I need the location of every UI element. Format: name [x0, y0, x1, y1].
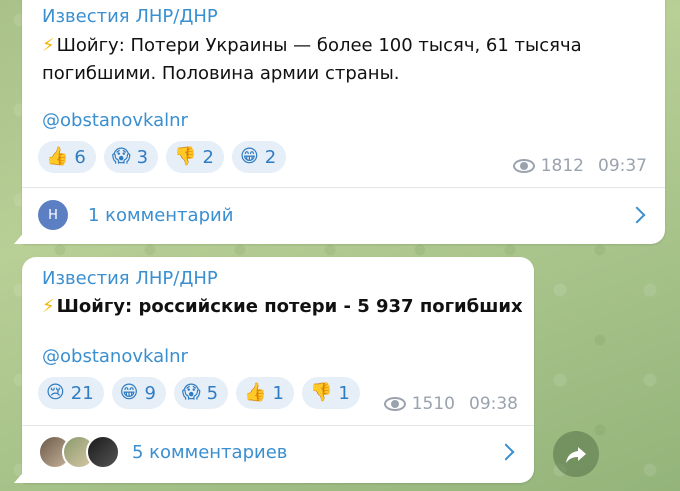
avatar: Н	[38, 200, 68, 230]
reaction-grin[interactable]: 😁 2	[231, 141, 287, 173]
reaction-scream[interactable]: 😱 5	[173, 377, 229, 409]
message-text-line: Шойгу: Потери Украины — более 100 тысяч,…	[56, 35, 582, 56]
reaction-count: 2	[202, 146, 214, 168]
message-text-line: Шойгу: российские потери - 5 937 погибши…	[56, 296, 523, 317]
reaction-thumbs-down[interactable]: 👎 1	[301, 377, 360, 409]
comments-label: 1 комментарий	[88, 204, 234, 226]
view-count: 1510	[411, 394, 455, 414]
channel-handle-link[interactable]: @obstanovkalnr	[42, 110, 188, 131]
grin-face-icon: 😁	[239, 146, 259, 167]
message-text: ⚡ Шойгу: Потери Украины — более 100 тысяч…	[42, 32, 582, 88]
reaction-thumbs-up[interactable]: 👍 1	[236, 377, 294, 409]
message-text: ⚡ Шойгу: российские потери - 5 937 погибш…	[42, 293, 523, 321]
lightning-icon: ⚡	[42, 296, 55, 317]
reaction-count: 1	[272, 382, 284, 404]
reaction-thumbs-down[interactable]: 👎 2	[166, 141, 224, 173]
message-time: 09:37	[598, 156, 647, 176]
reaction-count: 9	[144, 382, 156, 404]
message-bubble[interactable]: Известия ЛНР/ДНР ⚡ Шойгу: российские поте…	[14, 257, 534, 483]
comments-button[interactable]: 5 комментариев	[22, 427, 534, 477]
channel-name[interactable]: Известия ЛНР/ДНР	[42, 268, 218, 289]
divider	[22, 187, 665, 188]
scream-face-icon: 😱	[111, 146, 131, 167]
channel-name[interactable]: Известия ЛНР/ДНР	[42, 6, 218, 27]
message-time: 09:38	[469, 394, 518, 414]
comments-label: 5 комментариев	[132, 441, 288, 463]
thumbs-up-icon: 👍	[46, 146, 69, 167]
lightning-icon: ⚡	[42, 35, 55, 56]
reaction-thumbs-up[interactable]: 👍 6	[38, 141, 96, 173]
reaction-count: 2	[264, 146, 277, 168]
reaction-count: 21	[70, 382, 94, 404]
message-meta: 1510 09:38	[383, 394, 518, 414]
reaction-count: 5	[206, 382, 219, 404]
reaction-scream[interactable]: 😱 3	[103, 141, 159, 173]
reaction-count: 6	[74, 146, 86, 168]
scream-face-icon: 😱	[181, 382, 201, 403]
avatar	[86, 435, 120, 469]
commenter-avatars	[38, 435, 120, 469]
grin-face-icon: 😁	[119, 382, 139, 403]
eye-icon	[383, 397, 406, 411]
thumbs-down-icon: 👎	[309, 382, 333, 403]
share-arrow-icon	[566, 447, 586, 463]
eye-icon	[512, 159, 535, 173]
crying-face-icon: 😢	[46, 382, 65, 403]
share-button[interactable]	[553, 431, 599, 477]
chevron-right-icon	[628, 206, 646, 224]
comments-button[interactable]: Н 1 комментарий	[22, 190, 665, 240]
reactions-bar: 👍 6 😱 3 👎 2 😁 2	[38, 141, 287, 173]
message-bubble[interactable]: Известия ЛНР/ДНР ⚡ Шойгу: Потери Украины …	[14, 0, 665, 244]
reactions-bar: 😢 21 😁 9 😱 5 👍 1 👎 1	[38, 377, 360, 409]
reaction-cry[interactable]: 😢 21	[38, 377, 104, 409]
thumbs-up-icon: 👍	[244, 382, 267, 403]
channel-handle-link[interactable]: @obstanovkalnr	[42, 346, 188, 367]
chevron-right-icon	[497, 443, 515, 461]
reaction-grin[interactable]: 😁 9	[111, 377, 166, 409]
message-text-line: погибшими. Половина армии страны.	[42, 63, 400, 84]
divider	[22, 425, 534, 426]
thumbs-down-icon: 👎	[174, 146, 197, 167]
view-count: 1812	[540, 156, 584, 176]
reaction-count: 1	[338, 382, 350, 404]
reaction-count: 3	[136, 146, 149, 168]
message-meta: 1812 09:37	[512, 156, 647, 176]
